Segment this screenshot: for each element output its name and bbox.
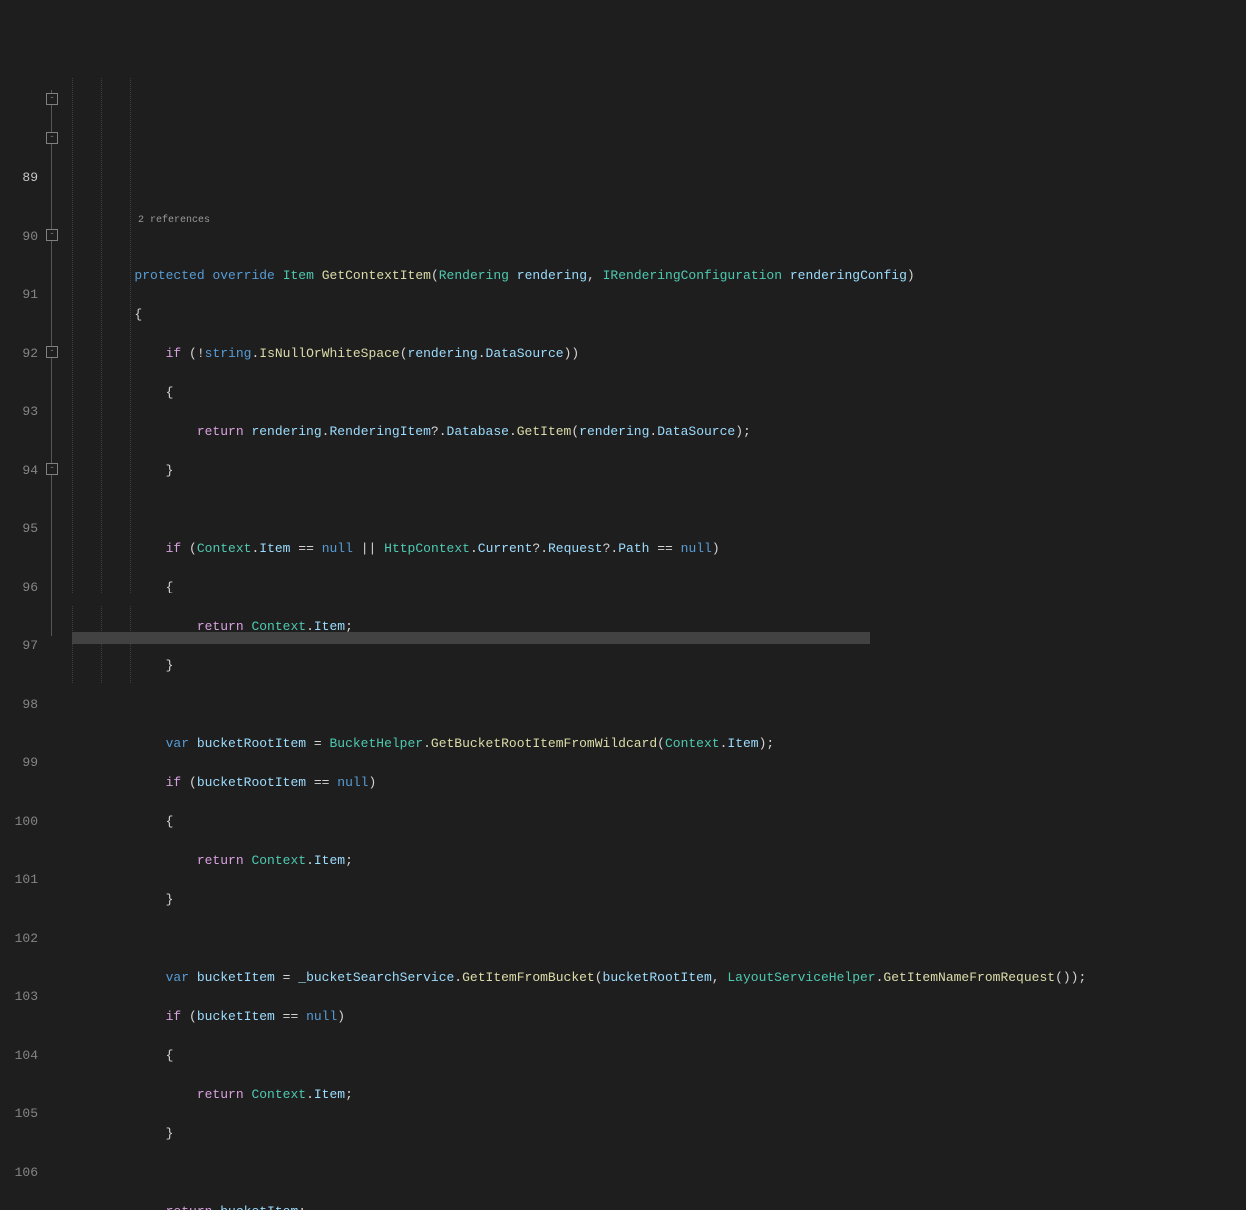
code-line[interactable] bbox=[72, 1163, 1246, 1183]
code-line[interactable]: var bucketItem = _bucketSearchService.Ge… bbox=[72, 968, 1246, 988]
line-number: 95 bbox=[0, 519, 38, 539]
fold-toggle[interactable]: - bbox=[46, 346, 58, 358]
code-line[interactable] bbox=[72, 929, 1246, 949]
line-number: 96 bbox=[0, 578, 38, 598]
line-number: 97 bbox=[0, 636, 38, 656]
code-line[interactable]: { bbox=[72, 305, 1246, 325]
fold-margin: - - - - - bbox=[46, 78, 72, 683]
line-number: 104 bbox=[0, 1046, 38, 1066]
code-line[interactable]: { bbox=[72, 383, 1246, 403]
line-number: 103 bbox=[0, 987, 38, 1007]
code-line[interactable]: } bbox=[72, 1124, 1246, 1144]
code-line[interactable]: return rendering.RenderingItem?.Database… bbox=[72, 422, 1246, 442]
code-line[interactable] bbox=[72, 500, 1246, 520]
line-number: 102 bbox=[0, 929, 38, 949]
code-line[interactable]: if (!string.IsNullOrWhiteSpace(rendering… bbox=[72, 344, 1246, 364]
line-number: 106 bbox=[0, 1163, 38, 1183]
code-line[interactable]: return bucketItem; bbox=[72, 1202, 1246, 1210]
code-line[interactable]: { bbox=[72, 812, 1246, 832]
code-line[interactable]: if (bucketRootItem == null) bbox=[72, 773, 1246, 793]
code-line[interactable]: } bbox=[72, 461, 1246, 481]
code-line[interactable]: if (bucketItem == null) bbox=[72, 1007, 1246, 1027]
line-number: 92 bbox=[0, 344, 38, 364]
fold-toggle[interactable]: - bbox=[46, 93, 58, 105]
line-number: 99 bbox=[0, 753, 38, 773]
line-number: 90 bbox=[0, 227, 38, 247]
line-number: 94 bbox=[0, 461, 38, 481]
code-line[interactable]: } bbox=[72, 656, 1246, 676]
line-number: 93 bbox=[0, 402, 38, 422]
line-number: 98 bbox=[0, 695, 38, 715]
code-line[interactable]: } bbox=[72, 890, 1246, 910]
code-line[interactable]: if (Context.Item == null || HttpContext.… bbox=[72, 539, 1246, 559]
code-line[interactable]: return Context.Item; bbox=[72, 851, 1246, 871]
code-line[interactable]: var bucketRootItem = BucketHelper.GetBuc… bbox=[72, 734, 1246, 754]
codelens-references[interactable]: 2 references bbox=[72, 215, 1246, 227]
line-number: 89 bbox=[0, 168, 38, 188]
horizontal-scrollbar[interactable] bbox=[72, 593, 1246, 605]
code-line[interactable] bbox=[72, 695, 1246, 715]
line-number: 91 bbox=[0, 285, 38, 305]
fold-toggle[interactable]: - bbox=[46, 463, 58, 475]
line-number: 101 bbox=[0, 870, 38, 890]
scrollbar-thumb[interactable] bbox=[72, 632, 870, 644]
code-editor[interactable]: 89 90 91 92 93 94 95 96 97 98 99 100 101… bbox=[0, 78, 1246, 683]
fold-toggle[interactable]: - bbox=[46, 132, 58, 144]
code-line[interactable]: { bbox=[72, 1046, 1246, 1066]
line-number-gutter: 89 90 91 92 93 94 95 96 97 98 99 100 101… bbox=[0, 78, 46, 683]
line-number: 100 bbox=[0, 812, 38, 832]
line-number: 105 bbox=[0, 1104, 38, 1124]
fold-toggle[interactable]: - bbox=[46, 229, 58, 241]
code-line[interactable]: protected override Item GetContextItem(R… bbox=[72, 266, 1246, 286]
code-line[interactable]: return Context.Item; bbox=[72, 1085, 1246, 1105]
